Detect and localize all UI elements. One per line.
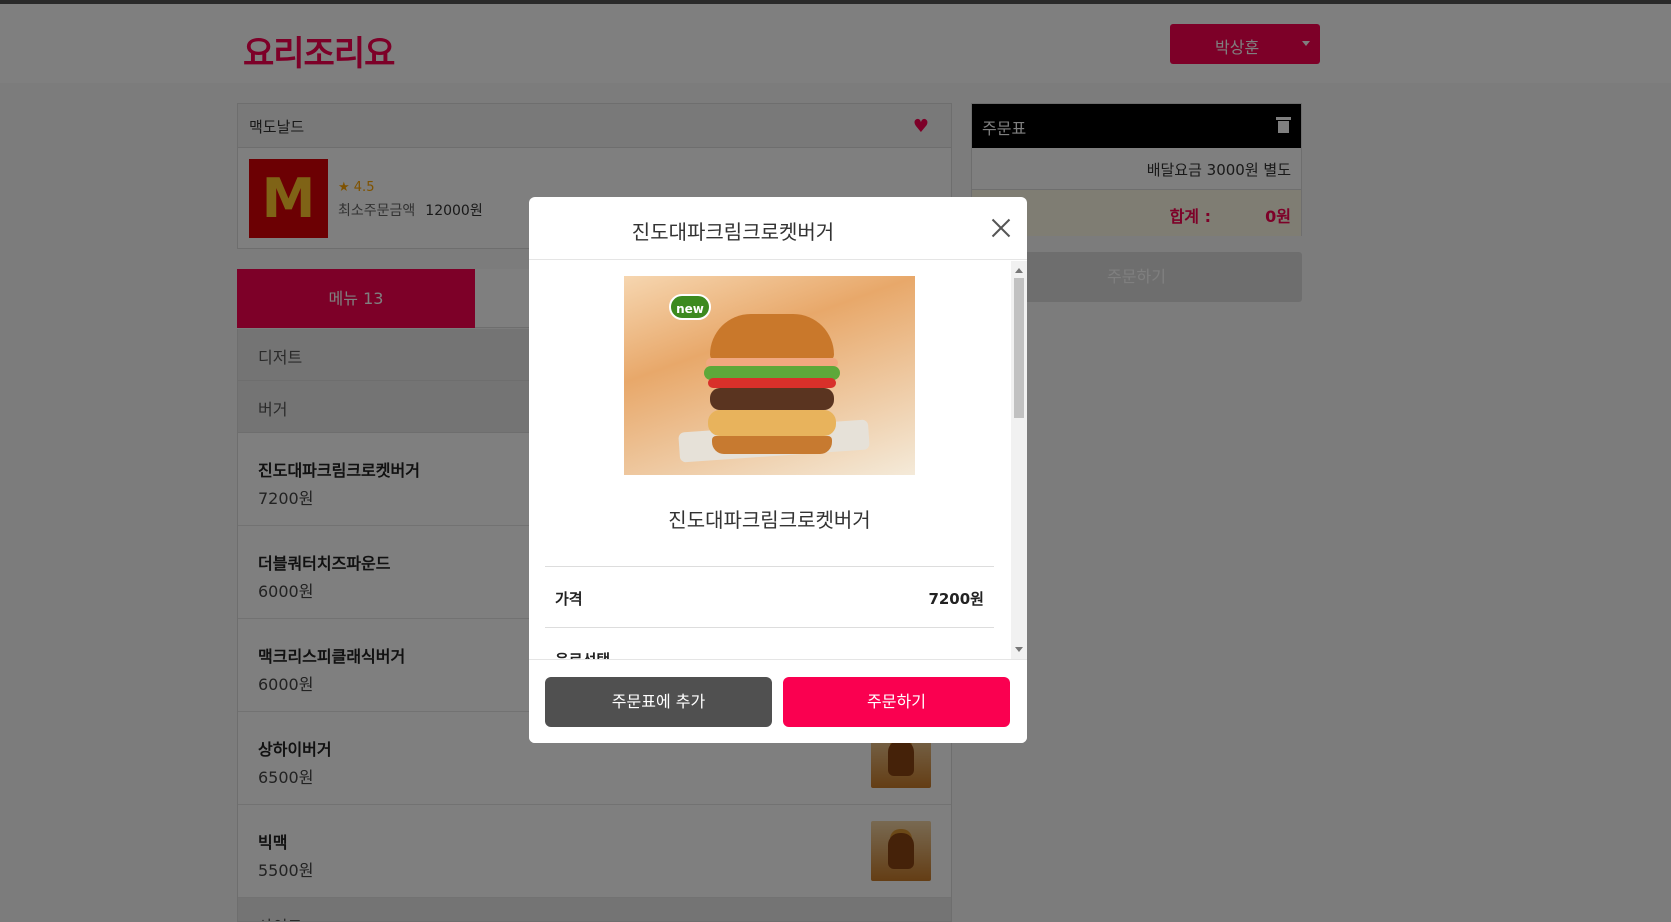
- add-to-cart-button[interactable]: 주문표에 추가: [545, 677, 772, 727]
- price-value: 7200원: [928, 590, 984, 608]
- modal-header: 진도대파크림크로켓버거: [529, 197, 1027, 260]
- modal-title: 진도대파크림크로켓버거: [631, 220, 835, 244]
- price-label: 가격: [555, 590, 583, 608]
- menu-item-modal: 진도대파크림크로켓버거 new 진도대파크림크로켓버거 가격 7200원 음료선…: [529, 197, 1027, 743]
- order-now-button[interactable]: 주문하기: [783, 677, 1010, 727]
- food-name: 진도대파크림크로켓버거: [668, 508, 871, 532]
- drink-select-label: 음료선택: [555, 649, 610, 659]
- scroll-up-icon[interactable]: [1015, 268, 1023, 273]
- food-image: new: [624, 276, 915, 475]
- scroll-thumb[interactable]: [1014, 278, 1024, 418]
- burger-illustration: [702, 314, 842, 459]
- modal-footer: 주문표에 추가 주문하기: [529, 659, 1027, 743]
- modal-body[interactable]: new 진도대파크림크로켓버거 가격 7200원 음료선택: [529, 261, 1027, 659]
- price-row: 가격 7200원: [545, 566, 994, 628]
- modal-scrollbar[interactable]: [1011, 261, 1027, 659]
- close-icon[interactable]: [991, 218, 1011, 238]
- scroll-down-icon[interactable]: [1015, 647, 1023, 652]
- new-badge: new: [669, 294, 711, 320]
